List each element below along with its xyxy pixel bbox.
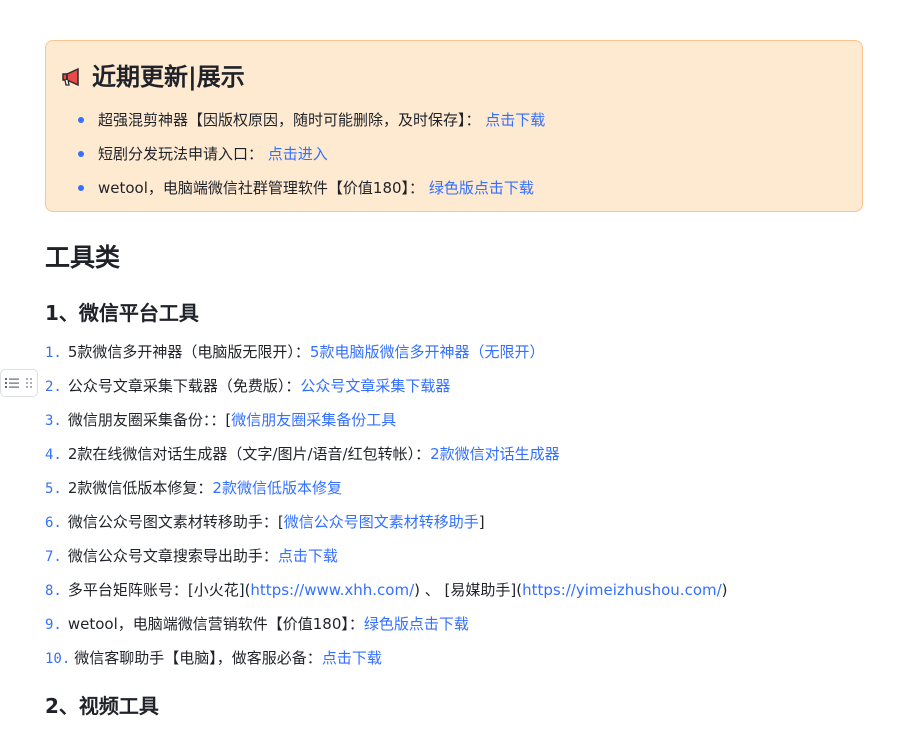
list-item-text: 2款微信低版本修复： xyxy=(67,479,213,497)
list-item: 8. 多平台矩阵账号：[小火花](https://www.xhh.com/) 、 … xyxy=(45,573,728,607)
list-item-link[interactable]: 公众号文章采集下载器 xyxy=(300,377,450,395)
list-item: 6. 微信公众号图文素材转移助手：[微信公众号图文素材转移助手] xyxy=(45,505,728,539)
list-item: 9. wetool，电脑端微信营销软件【价值180】：绿色版点击下载 xyxy=(45,607,728,641)
update-callout: 近期更新|展示 超强混剪神器【因版权原因，随时可能删除，及时保存】： 点击下载 … xyxy=(45,40,863,212)
megaphone-icon xyxy=(60,65,84,89)
list-number: 6. xyxy=(45,515,62,531)
list-item-link[interactable]: 2款微信低版本修复 xyxy=(212,479,342,497)
callout-item: wetool，电脑端微信社群管理软件【价值180】： 绿色版点击下载 xyxy=(78,171,545,205)
bullet-dot xyxy=(78,185,84,191)
callout-item-link[interactable]: 绿色版点击下载 xyxy=(429,179,534,197)
list-item-link[interactable]: 点击下载 xyxy=(322,649,382,667)
list-format-icon[interactable] xyxy=(5,377,19,389)
list-item: 3. 微信朋友圈采集备份：：[微信朋友圈采集备份工具 xyxy=(45,403,728,437)
subsection-title-video: 2、视频工具 xyxy=(45,694,159,718)
list-item: 5. 2款微信低版本修复：2款微信低版本修复 xyxy=(45,471,728,505)
drag-handle-icon[interactable] xyxy=(25,377,33,389)
list-number: 10. xyxy=(45,651,71,667)
list-item: 10. 微信客聊助手【电脑】，做客服必备：点击下载 xyxy=(45,641,728,675)
callout-title-text: 近期更新|展示 xyxy=(92,63,245,91)
callout-item: 短剧分发玩法申请入口： 点击进入 xyxy=(78,137,545,171)
list-item-link[interactable]: 2款微信对话生成器 xyxy=(430,445,560,463)
block-handle[interactable] xyxy=(0,369,38,397)
list-item-link[interactable]: 5款电脑版微信多开神器（无限开） xyxy=(310,343,545,361)
list-item-text: 微信朋友圈采集备份：：[ xyxy=(67,411,232,429)
list-number: 7. xyxy=(45,549,62,565)
callout-item-link[interactable]: 点击进入 xyxy=(268,145,328,163)
list-number: 3. xyxy=(45,413,62,429)
list-item-link[interactable]: 点击下载 xyxy=(278,547,338,565)
bullet-dot xyxy=(78,117,84,123)
list-item-text: 5款微信多开神器（电脑版无限开）： xyxy=(67,343,310,361)
list-item: 2. 公众号文章采集下载器（免费版）：公众号文章采集下载器 xyxy=(45,369,728,403)
list-item-link-2[interactable]: https://yimeizhushou.com/ xyxy=(522,581,722,599)
list-item: 1. 5款微信多开神器（电脑版无限开）：5款电脑版微信多开神器（无限开） xyxy=(45,335,728,369)
list-item: 7. 微信公众号文章搜索导出助手：点击下载 xyxy=(45,539,728,573)
list-item-link[interactable]: https://www.xhh.com/ xyxy=(250,581,414,599)
list-item-link[interactable]: 微信朋友圈采集备份工具 xyxy=(231,411,396,429)
list-item-suffix: ) xyxy=(721,581,728,599)
list-number: 4. xyxy=(45,447,62,463)
list-item-link[interactable]: 微信公众号图文素材转移助手 xyxy=(284,513,479,531)
callout-item: 超强混剪神器【因版权原因，随时可能删除，及时保存】： 点击下载 xyxy=(78,103,545,137)
list-item-text: 公众号文章采集下载器（免费版）： xyxy=(67,377,301,395)
list-number: 9. xyxy=(45,617,62,633)
list-number: 2. xyxy=(45,379,62,395)
list-item-text: 2款在线微信对话生成器（文字/图片/语音/红包转帐）： xyxy=(67,445,431,463)
list-item-text: 微信公众号图文素材转移助手：[ xyxy=(67,513,284,531)
callout-item-link[interactable]: 点击下载 xyxy=(485,111,545,129)
list-item-text: 微信公众号文章搜索导出助手： xyxy=(67,547,278,565)
list-item-text: wetool，电脑端微信营销软件【价值180】： xyxy=(67,615,364,633)
list-item-text: 微信客聊助手【电脑】，做客服必备： xyxy=(74,649,322,667)
callout-title: 近期更新|展示 xyxy=(60,61,245,93)
list-number: 8. xyxy=(45,583,62,599)
list-number: 1. xyxy=(45,345,62,361)
section-title: 工具类 xyxy=(45,243,121,272)
tool-list: 1. 5款微信多开神器（电脑版无限开）：5款电脑版微信多开神器（无限开） 2. 公众… xyxy=(45,335,728,675)
list-item-suffix: ] xyxy=(478,513,485,531)
callout-item-text: wetool，电脑端微信社群管理软件【价值180】： xyxy=(98,179,425,197)
callout-list: 超强混剪神器【因版权原因，随时可能删除，及时保存】： 点击下载 短剧分发玩法申请… xyxy=(78,103,545,205)
list-item-link[interactable]: 绿色版点击下载 xyxy=(364,615,469,633)
subsection-title-wechat: 1、微信平台工具 xyxy=(45,301,199,325)
callout-item-text: 短剧分发玩法申请入口： xyxy=(98,145,264,163)
list-number: 5. xyxy=(45,481,62,497)
list-item-middle: ) 、 [易媒助手]( xyxy=(414,581,523,599)
list-item: 4. 2款在线微信对话生成器（文字/图片/语音/红包转帐）：2款微信对话生成器 xyxy=(45,437,728,471)
list-item-text: 多平台矩阵账号：[小火花]( xyxy=(67,581,251,599)
callout-item-text: 超强混剪神器【因版权原因，随时可能删除，及时保存】： xyxy=(98,111,481,129)
bullet-dot xyxy=(78,151,84,157)
